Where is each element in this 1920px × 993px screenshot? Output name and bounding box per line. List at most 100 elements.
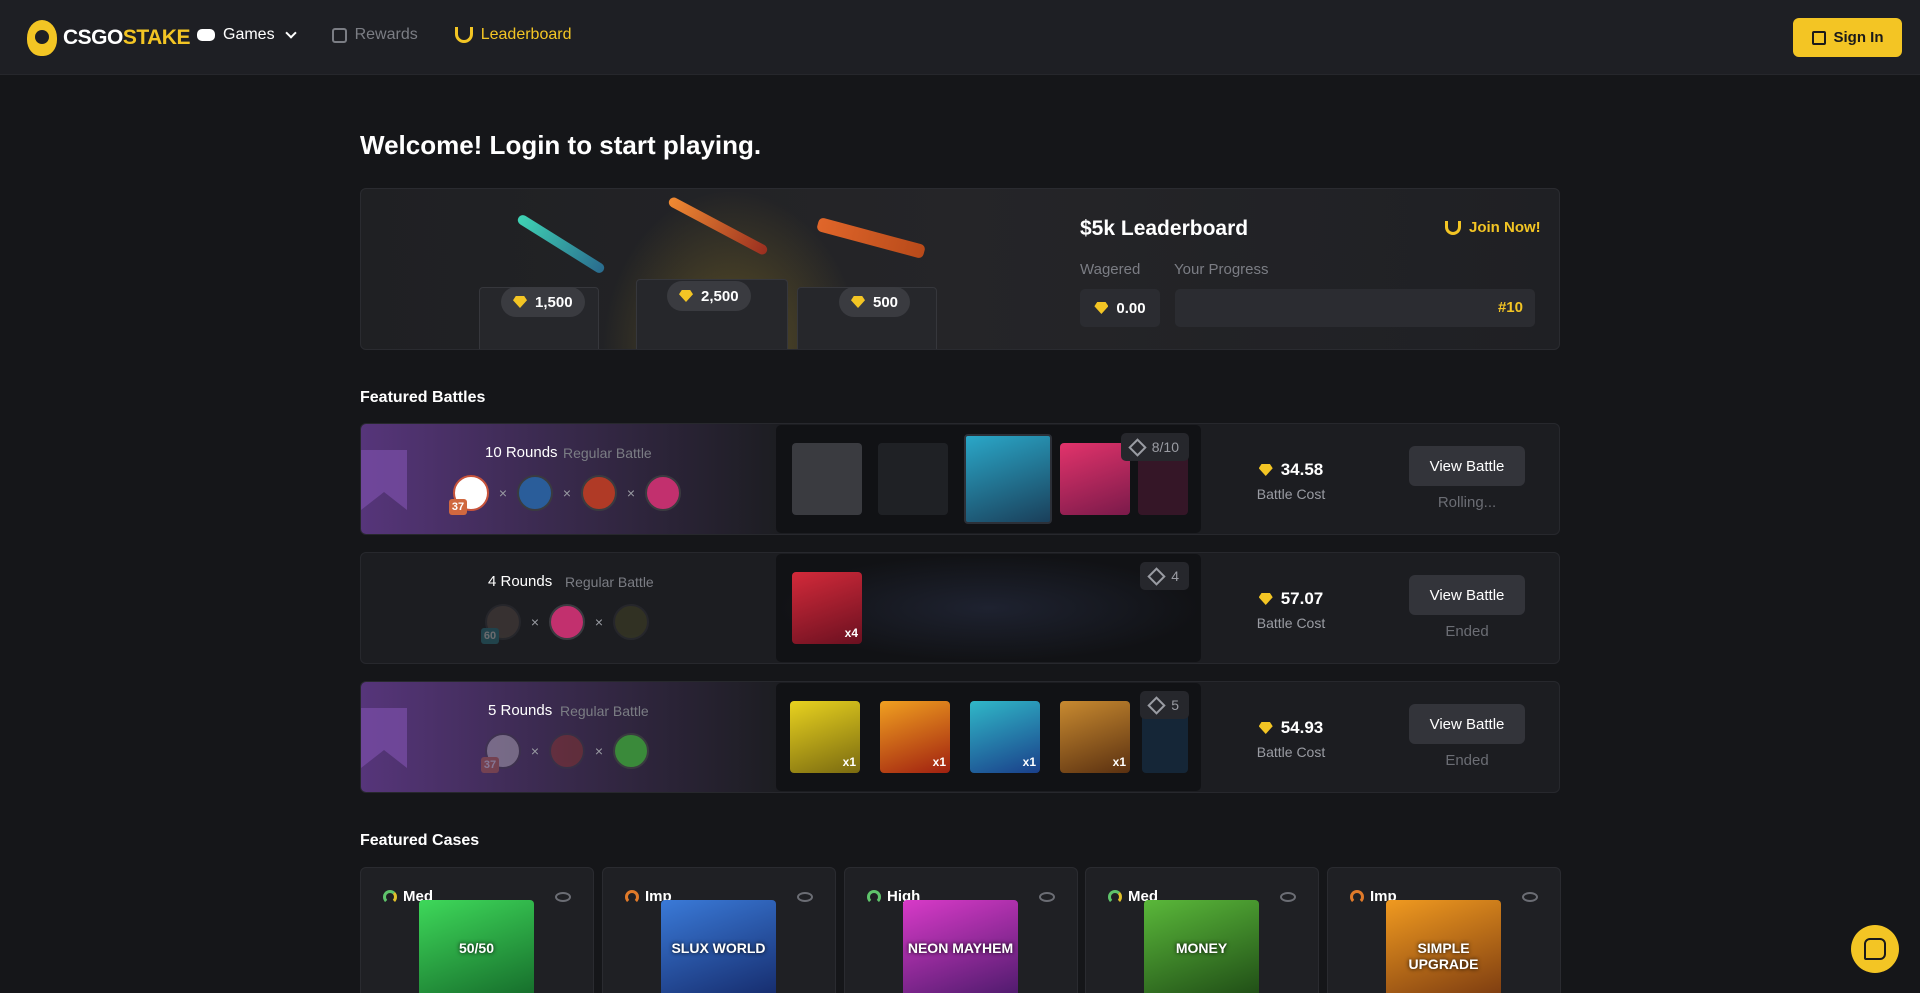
case-card[interactable]: Imp SIMPLE UPGRADE [1327,867,1561,993]
risk-gauge-icon [1350,889,1364,904]
versus-icon: × [498,485,508,501]
player-avatar[interactable]: 60 [481,604,521,644]
case-thumb: x1 [790,701,860,773]
battle-status: Ended [1445,623,1489,640]
case-multiplier: x4 [844,626,858,640]
laurel-icon [1445,220,1461,235]
player-avatar[interactable] [613,733,649,769]
versus-icon: × [530,743,540,759]
eye-icon[interactable] [1280,892,1296,902]
battle-type: Regular Battle [563,445,652,461]
player-avatar[interactable] [645,475,681,511]
case-image: MONEY [1144,900,1259,993]
case-multiplier: x1 [1112,755,1126,769]
view-battle-button[interactable]: View Battle [1409,704,1525,744]
case-name: NEON MAYHEM [907,940,1014,956]
join-now-link[interactable]: Join Now! [1445,219,1541,236]
case-thumb [1060,443,1130,515]
gem-icon [679,290,693,302]
player-avatar[interactable]: 37 [449,475,489,515]
sign-in-label: Sign In [1833,29,1884,46]
nav-leaderboard[interactable]: Leaderboard [454,26,572,44]
risk-gauge-icon [383,889,397,904]
featured-cases-title: Featured Cases [360,832,480,849]
case-name: MONEY [1175,940,1228,956]
case-card[interactable]: Imp SLUX WORLD [602,867,836,993]
battle-cost-label: Battle Cost [1256,615,1326,631]
prize-second: 1,500 [501,287,585,317]
case-name: 50/50 [458,940,495,956]
rewards-icon [331,27,347,43]
player-avatar[interactable] [581,475,617,511]
battle-rounds: 5 Rounds [488,702,553,719]
battle-cost-label: Battle Cost [1256,744,1326,760]
prize-value: 500 [873,293,899,311]
battle-case-count: 8/10 [1120,433,1189,461]
nav-leaderboard-label: Leaderboard [480,26,572,43]
battle-players: 37 × × × [449,475,681,515]
sign-in-icon [1811,30,1826,45]
battle-cost-label: Battle Cost [1256,486,1326,502]
case-name: SLUX WORLD [671,940,766,956]
support-chat-button[interactable] [1851,925,1899,973]
case-card[interactable]: High NEON MAYHEM [844,867,1078,993]
gamepad-icon [197,29,215,41]
prize-first: 2,500 [667,281,751,311]
nav-games[interactable]: Games [197,26,297,44]
top-navbar: CSGOSTAKE Games Rewards Leaderboard Sign… [0,0,1920,75]
battle-cost: 34.58 Battle Cost [1241,424,1341,502]
eye-icon[interactable] [1039,892,1055,902]
gem-icon [851,296,865,308]
case-count-value: 5 [1171,697,1179,713]
risk-gauge-icon [1108,889,1122,904]
player-level: 60 [481,628,499,644]
case-image: 50/50 [419,900,534,993]
nav-rewards[interactable]: Rewards [331,26,418,44]
battle-type: Regular Battle [565,574,654,590]
player-avatar[interactable] [549,604,585,640]
player-avatar[interactable] [549,733,585,769]
case-thumb-active [964,434,1052,524]
progress-label: Your Progress [1174,261,1269,278]
battle-case-count: 4 [1140,562,1189,590]
player-avatar[interactable] [613,604,649,640]
battle-case-strip: 8/10 [776,425,1201,533]
risk-gauge-icon [625,889,639,904]
nav-rewards-label: Rewards [354,26,418,43]
eye-icon[interactable] [797,892,813,902]
case-thumb [878,443,948,515]
case-image: SIMPLE UPGRADE [1386,900,1501,993]
battle-rounds: 10 Rounds [485,444,558,461]
leaderboard-title: $5k Leaderboard [1080,217,1249,240]
wagered-label: Wagered [1080,261,1141,278]
battle-status: Rolling... [1437,494,1497,511]
eye-icon[interactable] [1522,892,1538,902]
player-level: 37 [449,499,467,515]
leaderboard-banner: 1,500 2,500 500 $5k Leaderboard Join Now… [360,188,1560,350]
case-image: SLUX WORLD [661,900,776,993]
battle-case-strip: x4 4 [776,554,1201,662]
case-image: NEON MAYHEM [903,900,1018,993]
player-avatar[interactable] [517,475,553,511]
wagered-value-box: 0.00 [1080,289,1160,327]
case-card[interactable]: Med 50/50 [360,867,594,993]
cube-icon [1147,695,1166,715]
view-battle-button[interactable]: View Battle [1409,575,1525,615]
eye-icon[interactable] [555,892,571,902]
view-battle-button[interactable]: View Battle [1409,446,1525,486]
progress-bar: #10 [1175,289,1535,327]
sign-in-button[interactable]: Sign In [1793,18,1902,57]
case-thumb: x1 [970,701,1040,773]
featured-battles-title: Featured Battles [360,389,486,406]
player-avatar[interactable]: 37 [481,733,521,773]
chevron-down-icon [284,27,297,39]
laurel-icon [454,27,473,43]
case-multiplier: x1 [932,755,946,769]
case-card[interactable]: Med MONEY [1085,867,1319,993]
logo[interactable]: CSGOSTAKE [27,20,190,56]
logo-text: CSGOSTAKE [63,26,190,49]
page-title: Welcome! Login to start playing. [360,130,762,160]
versus-icon: × [530,614,540,630]
case-multiplier: x1 [1022,755,1036,769]
versus-icon: × [562,485,572,501]
